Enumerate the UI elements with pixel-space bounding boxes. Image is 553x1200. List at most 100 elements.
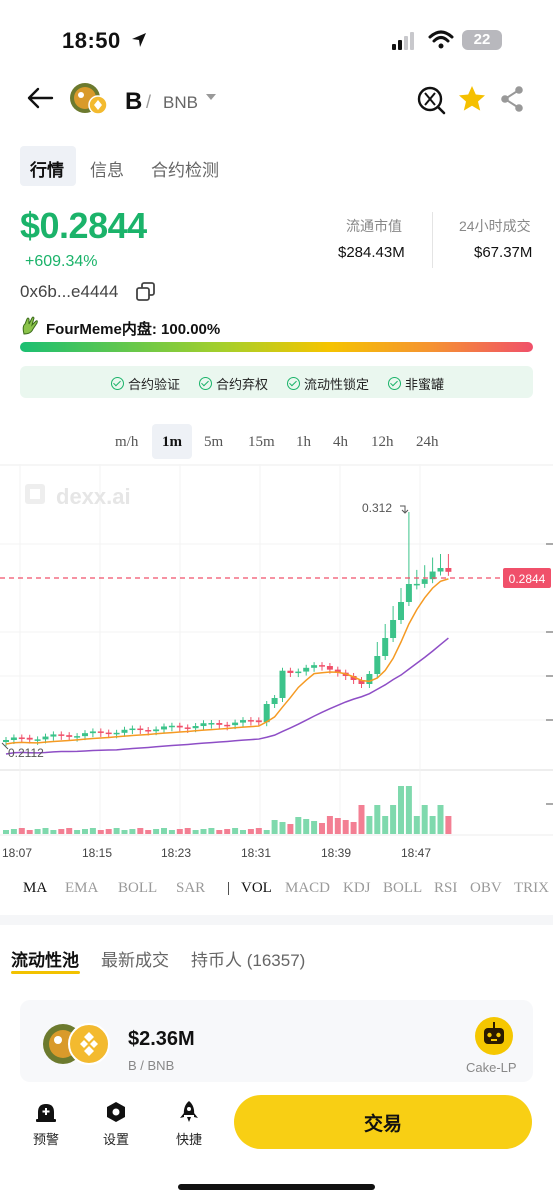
volume-bar (34, 829, 41, 834)
candle-body (145, 730, 152, 732)
candle-body (42, 736, 49, 740)
timeframe-15m[interactable]: 15m (248, 434, 275, 451)
rocket-icon[interactable] (178, 1100, 200, 1124)
tab-info[interactable]: 信息 (90, 156, 124, 181)
candle-body (137, 728, 144, 731)
x-search-icon[interactable] (416, 85, 446, 115)
status-time: 18:50 (62, 28, 121, 53)
candle-body (74, 736, 81, 738)
high-price-label: 0.312 (362, 501, 392, 515)
indicator-macd[interactable]: MACD (285, 880, 330, 897)
timeframe-12h[interactable]: 12h (371, 434, 394, 451)
timeframe-1m[interactable]: 1m (162, 434, 182, 451)
candle-body (319, 665, 325, 667)
signal-icon (392, 32, 414, 50)
tab-latest-trades[interactable]: 最新成交 (101, 946, 169, 971)
check-label: 非蜜罐 (405, 377, 445, 392)
indicator-obv[interactable]: OBV (470, 880, 502, 897)
volume-bar (398, 786, 404, 834)
volume-bar (295, 817, 302, 834)
volume-bar (255, 828, 262, 834)
volume-bar (42, 828, 49, 834)
check-not-honeypot: 非蜜罐 (388, 374, 444, 393)
timeframe-5m[interactable]: 5m (204, 434, 223, 451)
volume-bar (263, 830, 270, 834)
alarm-icon[interactable] (35, 1101, 57, 1123)
check-contract-verified: 合约验证 (111, 374, 180, 393)
token-price: $0.2844 (20, 205, 147, 246)
indicator-ema[interactable]: EMA (65, 880, 98, 897)
contract-address: 0x6b...e4444 (20, 282, 119, 301)
candle-body (66, 735, 73, 737)
candle-body (224, 724, 231, 727)
bottom-nav-settings[interactable]: 设置 (103, 1129, 129, 1148)
volume-bar (366, 816, 373, 834)
candle-body (105, 732, 112, 735)
bottom-nav-alert[interactable]: 预警 (33, 1129, 59, 1148)
low-price-label: 0.2112 (8, 746, 44, 760)
back-arrow-icon[interactable] (26, 86, 54, 110)
indicator-ma[interactable]: MA (23, 880, 47, 897)
watermark-logo-icon (25, 484, 45, 504)
indicator-kdj[interactable]: KDJ (343, 880, 371, 897)
fourmeme-progress-bar (20, 342, 533, 352)
candle-body (326, 666, 333, 670)
candle-body (247, 720, 254, 722)
timeframe-mh[interactable]: m/h (115, 434, 138, 451)
indicator-boll[interactable]: BOLL (118, 880, 157, 897)
trade-button[interactable]: 交易 (234, 1095, 532, 1149)
volume-bar (121, 830, 128, 834)
volume-bar (50, 830, 57, 834)
x-tick-label: 18:15 (82, 846, 113, 860)
bottom-nav-shortcut[interactable]: 快捷 (176, 1129, 202, 1148)
candle-body (255, 720, 262, 723)
volume-bar (3, 830, 9, 834)
candle-body (232, 722, 239, 726)
volume-bar (421, 805, 428, 834)
tab-market[interactable]: 行情 (30, 156, 64, 181)
candle-body (18, 737, 25, 739)
candle-body (390, 620, 397, 638)
volume-bar (66, 828, 73, 834)
volume-bar (413, 816, 420, 834)
timeframe-24h[interactable]: 24h (416, 434, 439, 451)
indicator-trix[interactable]: TRIX (514, 880, 549, 897)
tab-contract-check[interactable]: 合约检测 (151, 156, 219, 181)
candle-body (192, 726, 199, 729)
volume-bar (437, 805, 444, 834)
share-icon[interactable] (500, 86, 524, 112)
indicator-vol[interactable]: VOL (241, 880, 272, 897)
favorite-star-icon[interactable] (458, 85, 486, 112)
timeframe-4h[interactable]: 4h (333, 434, 348, 451)
candle-body (82, 733, 88, 737)
volume-bar (82, 829, 88, 834)
tab-holders[interactable]: 持币人 (16357) (191, 946, 305, 971)
chart-grid (0, 464, 553, 836)
high-marker-icon (400, 505, 409, 514)
volume-bar (105, 829, 112, 834)
indicator-boll-sub[interactable]: BOLL (383, 880, 422, 897)
candle-body (58, 734, 65, 736)
candle-body (121, 729, 128, 733)
check-circle-icon (388, 377, 401, 390)
pair-separator: / (146, 92, 152, 112)
volume-bar (382, 816, 389, 834)
settings-icon[interactable] (105, 1101, 127, 1123)
tab-liquidity-pool[interactable]: 流动性池 (11, 946, 79, 971)
price-chart[interactable]: dexx.ai 0.2844 0.312 0.2112 18:07 18:15 … (0, 464, 553, 836)
indicator-rsi[interactable]: RSI (434, 880, 457, 897)
stats-divider (432, 212, 433, 268)
check-liquidity-locked: 流动性锁定 (287, 374, 369, 393)
candle-body (405, 584, 412, 602)
candle-body (97, 731, 104, 733)
indicator-sar[interactable]: SAR (176, 880, 205, 897)
pool-pair-label: B / BNB (128, 1058, 175, 1073)
dropdown-caret-icon[interactable] (206, 94, 216, 102)
volume-bar (192, 830, 199, 834)
timeframe-1h[interactable]: 1h (296, 434, 311, 451)
quote-token[interactable]: BNB (163, 93, 198, 113)
ma-fast-line (5, 578, 449, 745)
candle-body (413, 583, 420, 586)
volume-bar (18, 828, 25, 834)
copy-icon[interactable] (136, 282, 156, 302)
